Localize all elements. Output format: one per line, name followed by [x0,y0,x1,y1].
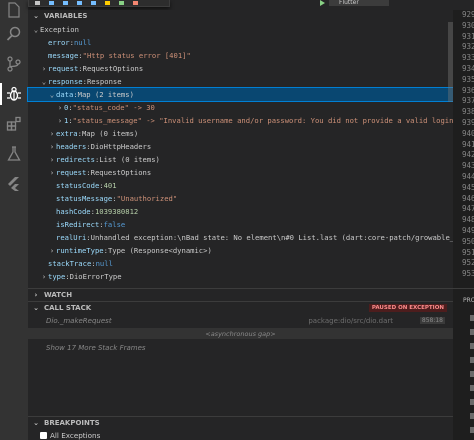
drag-handle-icon[interactable] [35,1,40,5]
start-debugging-icon[interactable] [320,0,325,6]
breakpoints-header[interactable]: ⌄ BREAKPOINTS [28,416,453,428]
chevron-right-icon: › [49,129,55,138]
variable-row[interactable]: › request: RequestOptions [28,62,453,75]
paused-badge: PAUSED ON EXCEPTION [368,304,447,312]
panel-line [470,413,474,419]
hot-reload-icon[interactable] [105,1,110,5]
variable-row[interactable]: isRedirect: false [28,218,453,231]
chevron-right-icon: › [41,272,47,281]
restart-icon[interactable] [119,1,124,5]
continue-icon[interactable] [49,1,54,5]
chevron-down-icon: ⌄ [33,303,39,312]
variable-row[interactable]: statusMessage: "Unauthorized" [28,192,453,205]
run-config-select[interactable]: Flutter [329,0,389,6]
step-over-icon[interactable] [63,1,68,5]
panel-line [470,329,474,335]
panel-line [470,427,474,433]
variable-row[interactable]: › 1: "status_message" -> "Invalid userna… [28,114,453,127]
stack-frame[interactable]: Dio._makeRequest package:dio/src/dio.dar… [28,314,453,327]
stop-icon[interactable] [133,1,138,5]
search-icon[interactable] [4,24,24,44]
chevron-down-icon: ⌄ [33,418,39,427]
chevron-right-icon: › [49,246,55,255]
show-more-frames[interactable]: Show 17 More Stack Frames [28,341,453,354]
panel-line [470,385,474,391]
variable-row-selected[interactable]: ⌄ data: Map (2 items) [27,87,454,102]
editor-gutter: 929 930 931 932 933 934 935 936 937 938 … [453,10,474,288]
debug-sidebar: ⌄ VARIABLES ⌄ Exception error: null mess… [27,10,454,440]
watch-header[interactable]: › WATCH [28,288,453,300]
variable-row[interactable]: › headers: DioHttpHeaders [28,140,453,153]
chevron-right-icon: › [49,142,55,151]
chevron-right-icon: › [49,168,55,177]
step-into-icon[interactable] [77,1,82,5]
call-stack-header[interactable]: ⌄ CALL STACK PAUSED ON EXCEPTION [28,301,453,313]
variable-row[interactable]: › type: DioErrorType [28,270,453,283]
chevron-right-icon: › [49,155,55,164]
variable-row[interactable]: statusCode: 401 [28,179,453,192]
flutter-icon[interactable] [4,174,24,194]
variables-header[interactable]: ⌄ VARIABLES [28,10,453,22]
panel-line [470,315,474,321]
variable-row[interactable]: ⌄ response: Response [28,75,453,88]
variable-row[interactable]: error: null [28,36,453,49]
variable-row[interactable]: ⌄ Exception [28,23,453,36]
panel-line [470,399,474,405]
chevron-right-icon: › [34,290,38,299]
variable-row[interactable]: › request: RequestOptions [28,166,453,179]
variable-row[interactable]: › redirects: List (0 items) [28,153,453,166]
variable-row[interactable]: › runtimeType: Type (Response<dynamic>) [28,244,453,257]
variable-row[interactable]: message: "Http status error [401]" [28,49,453,62]
chevron-right-icon: › [57,103,63,112]
explorer-icon[interactable] [4,0,24,20]
checkbox-icon[interactable] [40,432,47,439]
testing-icon[interactable] [4,144,24,164]
source-control-icon[interactable] [4,54,24,74]
variable-row[interactable]: › extra: Map (0 items) [28,127,453,140]
variable-row[interactable]: hashCode: 1039380812 [28,205,453,218]
chevron-down-icon: ⌄ [33,12,39,20]
breakpoint-item[interactable]: All Exceptions [28,429,453,440]
debug-icon[interactable] [4,84,24,104]
activity-bar [0,0,28,440]
run-config-area: Flutter [320,0,389,6]
async-gap-separator: <asynchronous gap> [28,328,453,339]
panel-tab-label[interactable]: PRO [453,289,474,304]
chevron-right-icon: › [57,116,63,125]
variable-row[interactable]: stackTrace: null [28,257,453,270]
variable-row[interactable]: › 0: "status_code" -> 30 [28,101,453,114]
debug-toolbar [28,0,170,7]
step-out-icon[interactable] [91,1,96,5]
extensions-icon[interactable] [4,114,24,134]
chevron-right-icon: › [41,64,47,73]
problems-panel: PRO [453,288,474,440]
active-indicator [0,83,2,105]
panel-line [470,357,474,363]
chevron-down-icon: ⌄ [33,25,39,34]
chevron-down-icon: ⌄ [49,90,55,99]
panel-line [470,343,474,349]
chevron-down-icon: ⌄ [41,77,47,86]
variable-row[interactable]: realUri: Unhandled exception:\nBad state… [28,231,453,244]
panel-line [470,371,474,377]
